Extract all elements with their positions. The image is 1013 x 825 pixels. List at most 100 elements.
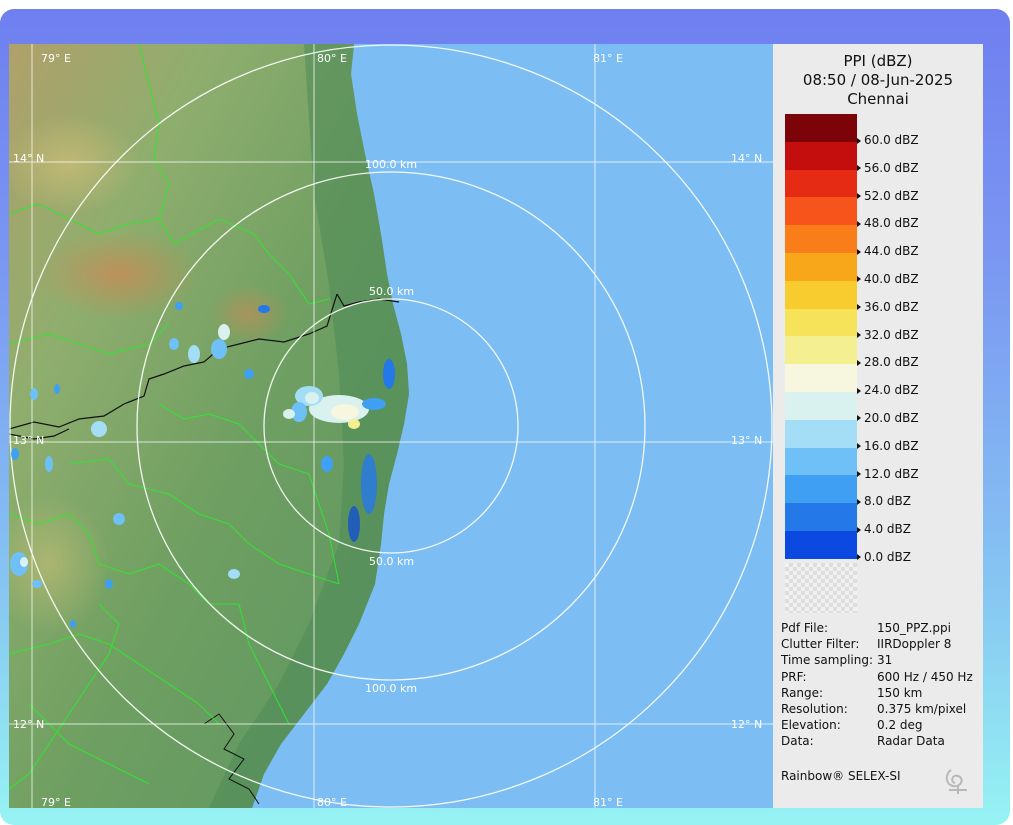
metadata-key: Time sampling: [781,653,874,668]
lat-label-left-13: 13° N [13,434,44,447]
color-scale-labels: 60.0 dBZ 56.0 dBZ 52.0 dBZ 48.0 dBZ 44.0 dBZ… [857,130,977,575]
lon-label-bottom-80: 80° E [317,796,347,808]
color-scale-label: 20.0 dBZ [857,408,977,436]
color-scale-label: 32.0 dBZ [857,325,977,353]
tick-marker-icon [857,332,861,339]
color-scale-block [785,308,857,337]
tick-marker-icon [857,304,861,311]
color-scale-label: 16.0 dBZ [857,436,977,464]
color-scale-label-text: 56.0 dBZ [864,160,919,175]
color-scale-label: 48.0 dBZ [857,213,977,241]
lat-label-left-14: 14° N [13,152,44,165]
color-scale-label: 24.0 dBZ [857,380,977,408]
radar-map-svg: 79° E 80° E 81° E 79° E 80° E 81° E 14° … [9,44,773,808]
color-scale-label: 40.0 dBZ [857,269,977,297]
color-scale-block [785,197,857,226]
color-scale-block [785,280,857,309]
ring-label-50km-north: 50.0 km [369,285,414,298]
color-scale-label-text: 44.0 dBZ [864,244,919,259]
radar-metadata: Pdf File: 150_PPZ.ppi Clutter Filter: IIRDo… [781,620,981,750]
legend-header: PPI (dBZ) 08:50 / 08-Jun-2025 Chennai [773,52,983,109]
metadata-key: Clutter Filter: [781,637,860,652]
legend-datetime: 08:50 / 08-Jun-2025 [802,71,954,89]
color-scale-block [785,169,857,198]
metadata-row: Clutter Filter: IIRDoppler 8 [781,636,981,652]
color-scale-label: 60.0 dBZ [857,130,977,158]
lon-label-top-79: 79° E [41,52,71,65]
color-scale-block [785,475,857,504]
metadata-row: Data: Radar Data [781,733,981,749]
metadata-key: Elevation: [781,718,841,733]
legend-station: Chennai [847,90,909,108]
no-data-swatch [785,562,857,613]
hills-west [39,229,199,319]
lon-label-top-80: 80° E [317,52,347,65]
color-scale-label-text: 48.0 dBZ [864,216,919,231]
brand-label: Rainbow® SELEX-SI [781,769,901,783]
metadata-row: Resolution: 0.375 km/pixel [781,701,981,717]
legend-title: PPI (dBZ) [843,52,913,70]
color-scale-label-text: 36.0 dBZ [864,299,919,314]
color-scale-label-text: 8.0 dBZ [864,494,911,509]
metadata-key: PRF: [781,669,807,684]
color-scale-label-text: 60.0 dBZ [864,133,919,147]
lat-label-right-14: 14° N [731,152,762,165]
color-scale-block [785,141,857,170]
color-scale-label: 44.0 dBZ [857,241,977,269]
color-scale-label: 8.0 dBZ [857,491,977,519]
metadata-value: IIRDoppler 8 [877,637,952,652]
metadata-value: 150 km [877,685,923,700]
background-card: 79° E 80° E 81° E 79° E 80° E 81° E 14° … [0,9,1010,825]
color-scale-label: 56.0 dBZ [857,158,977,186]
color-scale-block [785,391,857,420]
color-scale-label: 0.0 dBZ [857,547,977,575]
color-scale-label-text: 20.0 dBZ [864,410,919,425]
color-scale-label-text: 0.0 dBZ [864,549,911,564]
tick-marker-icon [857,498,861,505]
ring-label-50km-south: 50.0 km [369,555,414,568]
radar-product-panel: 79° E 80° E 81° E 79° E 80° E 81° E 14° … [9,44,983,808]
metadata-row: Pdf File: 150_PPZ.ppi [781,620,981,636]
lon-label-top-81: 81° E [593,52,623,65]
color-scale [785,114,857,613]
tick-marker-icon [857,193,861,200]
color-scale-block [785,225,857,253]
tick-marker-icon [857,387,861,394]
color-scale-label: 36.0 dBZ [857,297,977,325]
tick-marker-icon [857,137,861,144]
color-scale-label: 28.0 dBZ [857,352,977,380]
lon-label-bottom-79: 79° E [41,796,71,808]
color-scale-label-text: 4.0 dBZ [864,522,911,537]
color-scale-block [785,503,857,531]
tick-marker-icon [857,526,861,533]
metadata-value: 0.375 km/pixel [877,701,967,716]
lat-label-right-12: 12° N [731,718,762,731]
tick-marker-icon [857,220,861,227]
radar-map: 79° E 80° E 81° E 79° E 80° E 81° E 14° … [9,44,773,808]
color-scale-label: 12.0 dBZ [857,464,977,492]
logo-icon [943,764,973,800]
color-scale-label: 4.0 dBZ [857,519,977,547]
legend-panel: PPI (dBZ) 08:50 / 08-Jun-2025 Chennai 60… [773,44,983,808]
color-scale-label-text: 16.0 dBZ [864,438,919,453]
metadata-row: Time sampling: 31 [781,652,981,668]
metadata-value: Radar Data [877,734,945,749]
metadata-value: 0.2 deg [877,718,923,733]
metadata-key: Resolution: [781,701,848,716]
color-scale-label: 52.0 dBZ [857,186,977,214]
color-scale-block [785,364,857,392]
color-scale-label-text: 28.0 dBZ [864,355,919,370]
metadata-key: Data: [781,734,814,749]
color-scale-block [785,419,857,448]
metadata-value: 31 [877,653,893,668]
metadata-key: Pdf File: [781,621,829,635]
metadata-row: PRF: 600 Hz / 450 Hz [781,669,981,685]
tick-marker-icon [857,443,861,450]
metadata-key: Range: [781,685,824,700]
lat-label-right-13: 13° N [731,434,762,447]
ring-label-100km-north: 100.0 km [365,158,417,171]
color-scale-block [785,336,857,365]
tick-marker-icon [857,554,861,561]
ring-label-100km-south: 100.0 km [365,682,417,695]
tick-marker-icon [857,415,861,422]
